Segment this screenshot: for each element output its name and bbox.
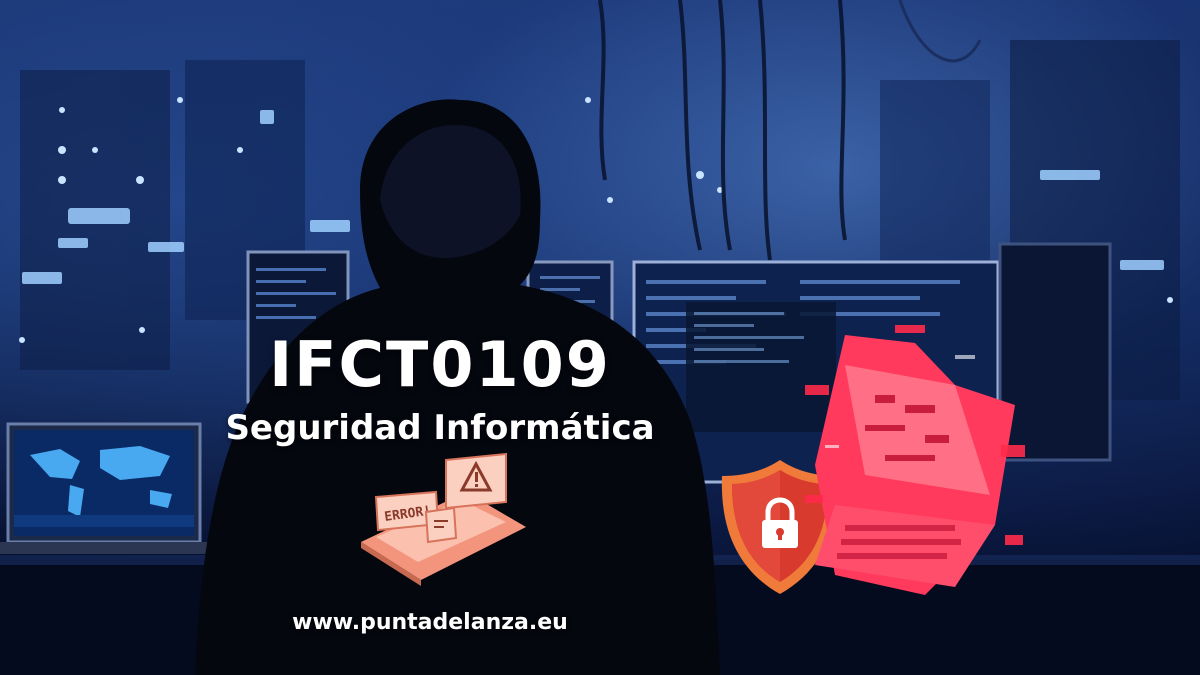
warning-triangle-icon — [445, 452, 507, 510]
hacker-banner: IFCT0109 Seguridad Informática www.punta… — [0, 0, 1200, 675]
glitched-laptop-icon — [805, 325, 1025, 595]
course-code-title: IFCT0109 — [269, 328, 611, 401]
error-warning-illustration: ERROR! — [361, 452, 526, 586]
website-link[interactable]: www.puntadelanza.eu — [230, 610, 630, 635]
course-subtitle: Seguridad Informática — [225, 408, 655, 448]
